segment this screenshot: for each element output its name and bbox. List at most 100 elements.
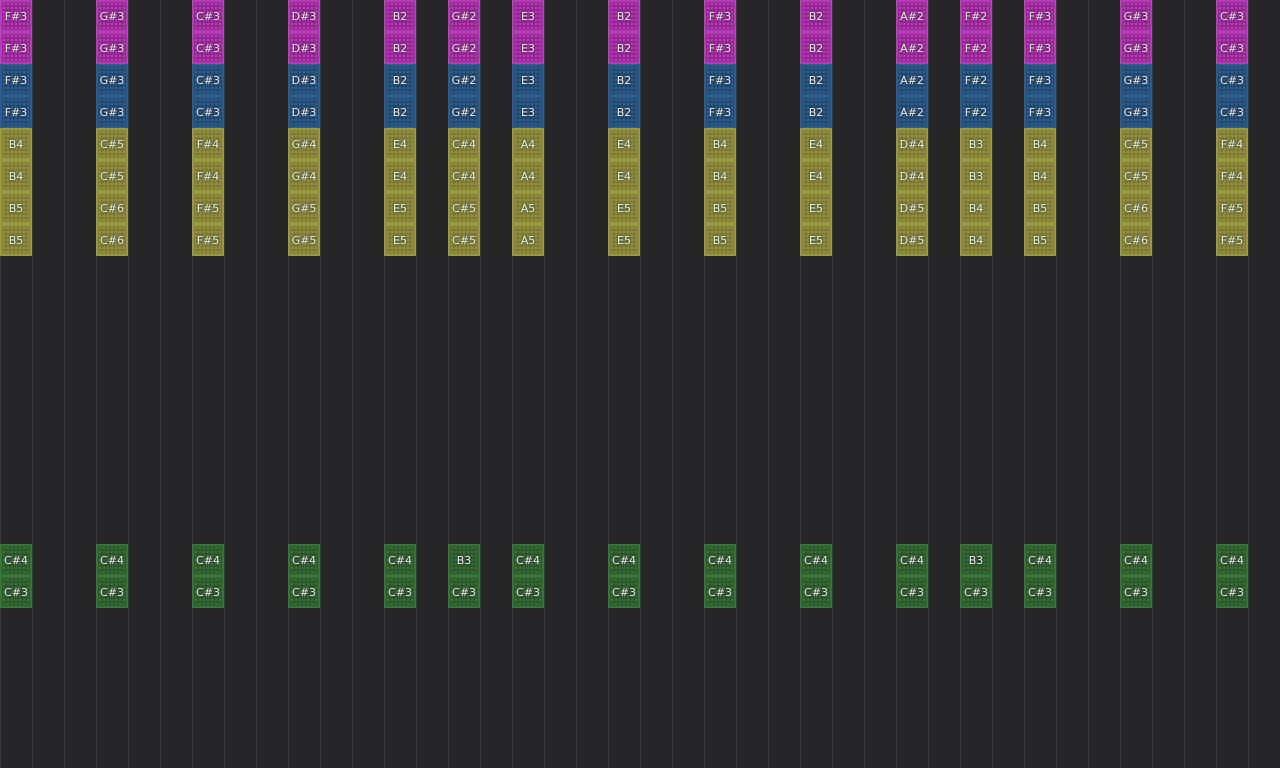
green-note-cell[interactable]: C#4 (800, 544, 832, 576)
blue-note-cell[interactable]: F#2 (960, 96, 992, 128)
green-note-cell[interactable]: C#4 (608, 544, 640, 576)
blue-note-cell[interactable]: C#3 (1216, 96, 1248, 128)
blue-note-cell[interactable]: B2 (384, 96, 416, 128)
olive-note-cell[interactable]: B4 (0, 160, 32, 192)
olive-note-cell[interactable]: D#4 (896, 128, 928, 160)
blue-note-cell[interactable]: D#3 (288, 96, 320, 128)
olive-note-cell[interactable]: C#4 (448, 160, 480, 192)
olive-note-cell[interactable]: B4 (704, 128, 736, 160)
olive-note-cell[interactable]: E4 (384, 128, 416, 160)
olive-note-cell[interactable]: E4 (384, 160, 416, 192)
olive-note-cell[interactable]: F#4 (1216, 128, 1248, 160)
blue-note-cell[interactable]: G#3 (96, 96, 128, 128)
olive-note-cell[interactable]: F#4 (192, 128, 224, 160)
note-grid[interactable]: F#3F#3F#3F#3B4B4B5B5C#4C#3G#3G#3G#3G#3C#… (0, 0, 1280, 768)
magenta-note-cell[interactable]: B2 (608, 0, 640, 32)
blue-note-cell[interactable]: A#2 (896, 64, 928, 96)
green-note-cell[interactable]: C#4 (512, 544, 544, 576)
magenta-note-cell[interactable]: G#3 (1120, 32, 1152, 64)
blue-note-cell[interactable]: B2 (800, 64, 832, 96)
olive-note-cell[interactable]: B3 (960, 160, 992, 192)
olive-note-cell[interactable]: B3 (960, 128, 992, 160)
olive-note-cell[interactable]: F#4 (192, 160, 224, 192)
green-note-cell[interactable]: B3 (960, 544, 992, 576)
olive-note-cell[interactable]: B4 (0, 128, 32, 160)
green-note-cell[interactable]: C#4 (1024, 544, 1056, 576)
olive-note-cell[interactable]: E5 (384, 192, 416, 224)
magenta-note-cell[interactable]: G#3 (96, 32, 128, 64)
green-note-cell[interactable]: C#4 (1120, 544, 1152, 576)
blue-note-cell[interactable]: F#2 (960, 64, 992, 96)
olive-note-cell[interactable]: E5 (608, 224, 640, 256)
magenta-note-cell[interactable]: F#3 (704, 0, 736, 32)
olive-note-cell[interactable]: C#5 (448, 192, 480, 224)
green-note-cell[interactable]: C#4 (384, 544, 416, 576)
magenta-note-cell[interactable]: C#3 (1216, 32, 1248, 64)
blue-note-cell[interactable]: E3 (512, 64, 544, 96)
olive-note-cell[interactable]: B4 (960, 192, 992, 224)
green-note-cell[interactable]: C#3 (704, 576, 736, 608)
magenta-note-cell[interactable]: F#2 (960, 32, 992, 64)
green-note-cell[interactable]: C#3 (608, 576, 640, 608)
olive-note-cell[interactable]: A5 (512, 224, 544, 256)
blue-note-cell[interactable]: B2 (608, 96, 640, 128)
blue-note-cell[interactable]: A#2 (896, 96, 928, 128)
olive-note-cell[interactable]: E5 (384, 224, 416, 256)
blue-note-cell[interactable]: F#3 (704, 64, 736, 96)
magenta-note-cell[interactable]: C#3 (192, 0, 224, 32)
magenta-note-cell[interactable]: F#3 (1024, 32, 1056, 64)
olive-note-cell[interactable]: B5 (1024, 224, 1056, 256)
green-note-cell[interactable]: C#4 (96, 544, 128, 576)
olive-note-cell[interactable]: C#6 (1120, 192, 1152, 224)
olive-note-cell[interactable]: G#4 (288, 160, 320, 192)
magenta-note-cell[interactable]: G#2 (448, 0, 480, 32)
olive-note-cell[interactable]: G#4 (288, 128, 320, 160)
olive-note-cell[interactable]: C#6 (96, 224, 128, 256)
green-note-cell[interactable]: C#3 (896, 576, 928, 608)
olive-note-cell[interactable]: D#4 (896, 160, 928, 192)
olive-note-cell[interactable]: B4 (960, 224, 992, 256)
olive-note-cell[interactable]: A5 (512, 192, 544, 224)
blue-note-cell[interactable]: F#3 (704, 96, 736, 128)
magenta-note-cell[interactable]: B2 (608, 32, 640, 64)
olive-note-cell[interactable]: F#4 (1216, 160, 1248, 192)
olive-note-cell[interactable]: B5 (704, 192, 736, 224)
blue-note-cell[interactable]: E3 (512, 96, 544, 128)
magenta-note-cell[interactable]: E3 (512, 32, 544, 64)
green-note-cell[interactable]: C#3 (960, 576, 992, 608)
olive-note-cell[interactable]: C#6 (96, 192, 128, 224)
green-note-cell[interactable]: B3 (448, 544, 480, 576)
olive-note-cell[interactable]: F#5 (192, 192, 224, 224)
magenta-note-cell[interactable]: F#3 (1024, 0, 1056, 32)
olive-note-cell[interactable]: C#6 (1120, 224, 1152, 256)
magenta-note-cell[interactable]: C#3 (192, 32, 224, 64)
blue-note-cell[interactable]: C#3 (192, 96, 224, 128)
green-note-cell[interactable]: C#3 (448, 576, 480, 608)
olive-note-cell[interactable]: E4 (608, 160, 640, 192)
magenta-note-cell[interactable]: A#2 (896, 32, 928, 64)
olive-note-cell[interactable]: B5 (0, 224, 32, 256)
olive-note-cell[interactable]: B5 (704, 224, 736, 256)
olive-note-cell[interactable]: F#5 (192, 224, 224, 256)
magenta-note-cell[interactable]: G#2 (448, 32, 480, 64)
blue-note-cell[interactable]: C#3 (1216, 64, 1248, 96)
magenta-note-cell[interactable]: G#3 (96, 0, 128, 32)
olive-note-cell[interactable]: B4 (704, 160, 736, 192)
olive-note-cell[interactable]: A4 (512, 160, 544, 192)
green-note-cell[interactable]: C#3 (96, 576, 128, 608)
olive-note-cell[interactable]: D#5 (896, 224, 928, 256)
blue-note-cell[interactable]: B2 (800, 96, 832, 128)
olive-note-cell[interactable]: D#5 (896, 192, 928, 224)
olive-note-cell[interactable]: F#5 (1216, 192, 1248, 224)
green-note-cell[interactable]: C#4 (1216, 544, 1248, 576)
olive-note-cell[interactable]: E5 (800, 192, 832, 224)
olive-note-cell[interactable]: B5 (0, 192, 32, 224)
blue-note-cell[interactable]: G#3 (1120, 64, 1152, 96)
green-note-cell[interactable]: C#4 (288, 544, 320, 576)
olive-note-cell[interactable]: G#5 (288, 192, 320, 224)
green-note-cell[interactable]: C#4 (192, 544, 224, 576)
magenta-note-cell[interactable]: F#3 (0, 32, 32, 64)
green-note-cell[interactable]: C#4 (0, 544, 32, 576)
blue-note-cell[interactable]: G#2 (448, 96, 480, 128)
green-note-cell[interactable]: C#3 (512, 576, 544, 608)
